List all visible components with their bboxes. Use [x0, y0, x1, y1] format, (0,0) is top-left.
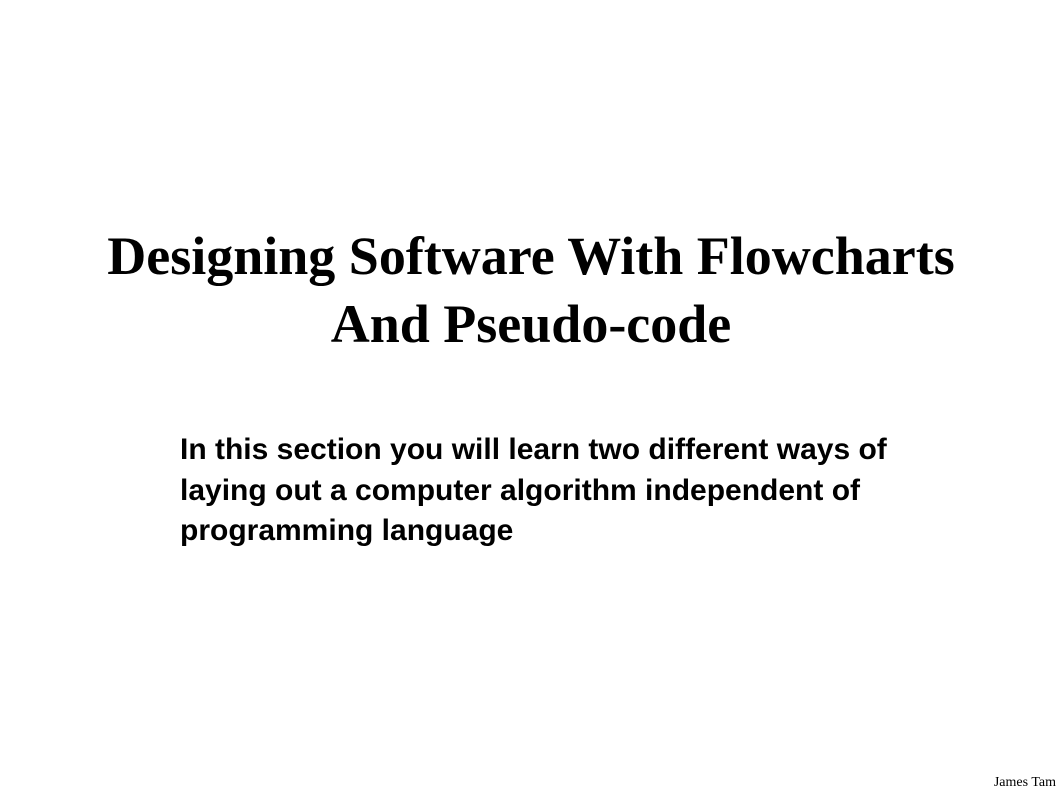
slide-container: Designing Software With Flowcharts And P…: [0, 0, 1062, 797]
slide-title: Designing Software With Flowcharts And P…: [81, 223, 981, 358]
slide-body: In this section you will learn two diffe…: [180, 430, 900, 552]
slide-footer: James Tam: [994, 775, 1056, 791]
